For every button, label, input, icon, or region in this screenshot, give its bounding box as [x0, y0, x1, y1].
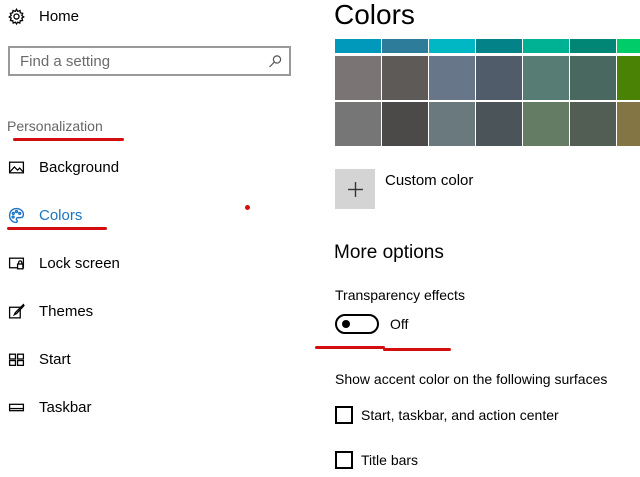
checkbox-label: Title bars: [361, 452, 419, 468]
checkbox-box[interactable]: [335, 451, 353, 469]
start-grid-icon: [8, 351, 25, 368]
checkbox-box[interactable]: [335, 406, 353, 424]
transparency-effects-label: Transparency effects: [335, 287, 465, 303]
color-swatch[interactable]: [429, 102, 475, 146]
home-label: Home: [39, 7, 80, 25]
checkbox-title-bars[interactable]: Title bars: [335, 449, 418, 471]
color-swatch[interactable]: [382, 56, 428, 100]
sidebar-item-background[interactable]: Background: [8, 155, 119, 179]
picture-icon: [8, 159, 25, 176]
search-icon[interactable]: [267, 53, 283, 69]
checkbox-label: Start, taskbar, and action center: [361, 407, 559, 423]
color-swatch[interactable]: [335, 102, 381, 146]
plus-icon: [347, 181, 364, 198]
palette-icon: [8, 207, 25, 224]
more-options-heading: More options: [334, 242, 444, 263]
annotation-underline: [383, 348, 451, 351]
color-swatch[interactable]: [335, 56, 381, 100]
color-swatch[interactable]: [617, 56, 640, 100]
color-swatch[interactable]: [523, 102, 569, 146]
sidebar-item-lock-screen[interactable]: Lock screen: [8, 251, 120, 275]
color-swatch[interactable]: [429, 56, 475, 100]
sidebar-item-themes[interactable]: Themes: [8, 299, 93, 323]
color-swatch[interactable]: [429, 39, 475, 53]
sidebar-item-label: Themes: [39, 302, 94, 320]
accent-surfaces-label: Show accent color on the following surfa…: [335, 371, 608, 387]
custom-color-button[interactable]: [335, 169, 375, 209]
color-swatch[interactable]: [570, 102, 616, 146]
taskbar-icon: [8, 399, 25, 416]
sidebar-item-colors[interactable]: Colors: [8, 203, 82, 227]
color-swatch[interactable]: [382, 102, 428, 146]
color-swatch[interactable]: [476, 39, 522, 53]
sidebar-item-label: Background: [39, 158, 120, 176]
transparency-state-text: Off: [390, 316, 409, 332]
gear-icon: [8, 7, 25, 25]
color-swatch[interactable]: [523, 39, 569, 53]
color-swatch[interactable]: [570, 39, 616, 53]
color-swatch[interactable]: [570, 56, 616, 100]
sidebar-item-label: Lock screen: [39, 254, 120, 272]
sidebar-item-label: Taskbar: [39, 398, 92, 416]
color-swatch[interactable]: [523, 56, 569, 100]
sidebar-item-label: Start: [39, 350, 71, 368]
custom-color-label: Custom color: [385, 172, 474, 189]
brush-icon: [8, 303, 25, 320]
sidebar-item-start[interactable]: Start: [8, 347, 71, 371]
search-input[interactable]: [10, 48, 267, 74]
transparency-toggle[interactable]: [335, 314, 379, 334]
color-swatch[interactable]: [335, 39, 381, 53]
color-swatch[interactable]: [617, 39, 640, 53]
color-swatch[interactable]: [476, 56, 522, 100]
settings-sidebar: Home Personalization Background Colors: [0, 0, 310, 477]
sidebar-item-label: Colors: [39, 206, 83, 224]
toggle-knob: [342, 320, 350, 328]
personalization-section-label: Personalization: [7, 118, 103, 134]
annotation-dot: [245, 205, 250, 210]
colors-page: Colors Custom color More options Transpa…: [310, 0, 640, 477]
sidebar-item-taskbar[interactable]: Taskbar: [8, 395, 92, 419]
find-setting-search[interactable]: [8, 46, 291, 76]
annotation-underline: [7, 227, 107, 230]
home-nav-item[interactable]: Home: [8, 5, 79, 27]
annotation-underline: [315, 346, 385, 349]
lock-screen-icon: [8, 255, 25, 272]
annotation-underline: [13, 138, 124, 141]
color-swatch[interactable]: [476, 102, 522, 146]
color-swatch[interactable]: [382, 39, 428, 53]
color-swatch[interactable]: [617, 102, 640, 146]
page-title: Colors: [334, 0, 415, 30]
checkbox-start-taskbar[interactable]: Start, taskbar, and action center: [335, 404, 559, 426]
